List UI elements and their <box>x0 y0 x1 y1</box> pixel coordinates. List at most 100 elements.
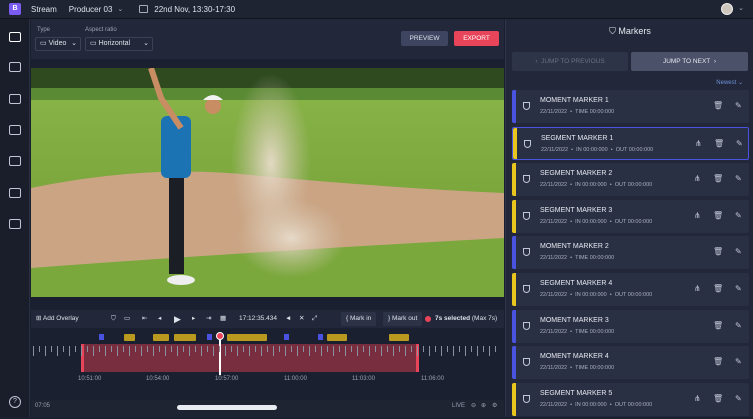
ruler-tick <box>471 346 472 352</box>
ruler-tick <box>237 346 238 356</box>
skip-start-icon[interactable]: ⇤ <box>142 310 147 328</box>
trash-icon[interactable]: 🗑 <box>713 101 723 110</box>
marker-item[interactable]: MOMENT MARKER 1 22/11/2022 • TIME 00:00:… <box>512 90 749 123</box>
marker-color-bar <box>512 90 516 123</box>
pencil-icon[interactable]: ✎ <box>736 139 743 148</box>
users-icon[interactable] <box>9 219 21 229</box>
add-overlay-button[interactable]: ⊞ Add Overlay <box>36 310 79 328</box>
ruler-tick <box>39 346 40 352</box>
share-icon[interactable]: ⋔ <box>694 394 701 403</box>
mark-in-button[interactable]: { Mark in <box>341 312 377 326</box>
ruler-tick <box>435 346 436 352</box>
timeline-scrollbar[interactable] <box>177 405 277 410</box>
zoom-out-icon[interactable]: ⊖ <box>471 402 476 409</box>
share-icon[interactable]: ⋔ <box>694 211 701 220</box>
timeline[interactable]: 10:51:00 10:54:00 10:57:00 11:00:00 11:0… <box>31 328 504 400</box>
chevron-down-icon[interactable]: ⌄ <box>117 5 123 13</box>
calendar-icon[interactable]: ▦ <box>220 310 226 328</box>
marker-item[interactable]: SEGMENT MARKER 4 22/11/2022 • IN 00:00:0… <box>512 272 749 306</box>
trash-icon[interactable]: 🗑 <box>713 174 723 183</box>
marker-item[interactable]: MOMENT MARKER 3 22/11/2022 • TIME 00:00:… <box>512 309 749 343</box>
help-icon[interactable]: ? <box>9 396 21 408</box>
type-dropdown[interactable]: ▭ Video ⌄ <box>35 37 81 51</box>
zoom-in-icon[interactable]: ⊕ <box>481 402 486 409</box>
marker-name: MOMENT MARKER 2 <box>540 243 609 251</box>
marker-item[interactable]: MOMENT MARKER 4 22/11/2022 • TIME 00:00:… <box>512 346 749 380</box>
step-back-icon[interactable]: ◂ <box>158 310 161 328</box>
marker-item[interactable]: SEGMENT MARKER 3 22/11/2022 • IN 00:00:0… <box>512 199 749 233</box>
segment-marker-chip[interactable] <box>389 334 409 341</box>
jump-next-button[interactable]: JUMP TO NEXT › <box>631 52 748 71</box>
play-icon[interactable]: ▶ <box>174 310 181 328</box>
step-forward-icon[interactable]: ▸ <box>192 310 195 328</box>
trash-icon[interactable]: 🗑 <box>713 247 723 256</box>
pencil-icon[interactable]: ✎ <box>735 321 742 330</box>
segment-marker-chip[interactable] <box>153 334 169 341</box>
share-icon[interactable]: ⋔ <box>694 174 701 183</box>
clapper-icon[interactable] <box>9 32 21 42</box>
live-button[interactable]: LIVE <box>452 403 465 409</box>
date-range[interactable]: 22nd Nov, 13:30-17:30 <box>154 5 235 14</box>
trash-icon[interactable]: 🗑 <box>713 394 723 403</box>
chevron-down-icon[interactable]: ⌄ <box>738 4 744 12</box>
segment-marker-icon[interactable]: ▭ <box>124 310 130 328</box>
marker-item[interactable]: SEGMENT MARKER 1 22/11/2022 • IN 00:00:0… <box>512 126 749 160</box>
calendar-icon[interactable] <box>139 5 149 13</box>
settings-icon[interactable]: ⚙ <box>492 402 497 409</box>
ruler-tick <box>465 346 466 356</box>
settings-icon[interactable]: ✕ <box>299 310 304 328</box>
ruler-tick <box>351 346 352 352</box>
moment-marker-pin[interactable] <box>99 334 104 340</box>
moment-marker-pin[interactable] <box>207 334 212 340</box>
video-preview[interactable] <box>31 68 504 297</box>
playhead-handle[interactable] <box>216 332 224 340</box>
share-icon[interactable]: ⋔ <box>694 284 701 293</box>
trash-icon[interactable]: 🗑 <box>713 357 723 366</box>
pencil-icon[interactable]: ✎ <box>735 247 742 256</box>
jump-previous-button[interactable]: ‹ JUMP TO PREVIOUS <box>512 52 628 71</box>
marker-item[interactable]: SEGMENT MARKER 5 22/11/2022 • IN 00:00:0… <box>512 382 749 416</box>
trash-icon[interactable]: 🗑 <box>713 284 723 293</box>
marker-item[interactable]: MOMENT MARKER 2 22/11/2022 • TIME 00:00:… <box>512 236 749 270</box>
marker-meta: 22/11/2022 • TIME 00:00:000 <box>540 365 615 372</box>
moment-marker-pin[interactable] <box>284 334 289 340</box>
pencil-icon[interactable]: ✎ <box>735 174 742 183</box>
moment-marker-icon[interactable]: ⛉ <box>111 310 116 328</box>
segment-marker-chip[interactable] <box>227 334 267 341</box>
trash-icon[interactable]: 🗑 <box>713 321 723 330</box>
analytics-icon[interactable] <box>9 188 21 198</box>
producer-select[interactable]: Producer 03 <box>69 5 113 14</box>
fullscreen-icon[interactable]: ⤢ <box>312 310 317 328</box>
tag-icon[interactable] <box>9 156 21 166</box>
skip-end-icon[interactable]: ⇥ <box>206 310 211 328</box>
preview-button[interactable]: PREVIEW <box>401 31 448 46</box>
marker-name: SEGMENT MARKER 5 <box>540 389 613 397</box>
ruler-tick <box>303 346 304 352</box>
folder-icon[interactable] <box>9 125 21 135</box>
trash-icon[interactable]: 🗑 <box>714 139 724 148</box>
pencil-icon[interactable]: ✎ <box>735 284 742 293</box>
volume-icon[interactable]: ◄ <box>285 310 291 328</box>
media-icon[interactable] <box>9 62 21 72</box>
segment-marker-chip[interactable] <box>174 334 196 341</box>
segment-marker-chip[interactable] <box>327 334 347 341</box>
pencil-icon[interactable]: ✎ <box>735 211 742 220</box>
moment-marker-pin[interactable] <box>318 334 323 340</box>
marker-item[interactable]: SEGMENT MARKER 2 22/11/2022 • IN 00:00:0… <box>512 163 749 197</box>
app-logo[interactable]: B <box>9 3 21 15</box>
crop-icon[interactable] <box>9 94 21 104</box>
marker-meta: 22/11/2022 • IN 00:00:000 • OUT 00:00:00… <box>540 218 653 225</box>
export-button[interactable]: EXPORT <box>454 31 499 46</box>
pencil-icon[interactable]: ✎ <box>735 394 742 403</box>
segment-marker-chip[interactable] <box>124 334 135 341</box>
pencil-icon[interactable]: ✎ <box>735 101 742 110</box>
aspect-ratio-dropdown[interactable]: ▭ Horizontal ⌄ <box>85 37 153 51</box>
pencil-icon[interactable]: ✎ <box>735 357 742 366</box>
time-label: 10:51:00 <box>78 376 102 382</box>
mark-out-button[interactable]: } Mark out <box>383 312 423 326</box>
share-icon[interactable]: ⋔ <box>695 139 702 148</box>
avatar[interactable] <box>721 3 733 15</box>
trash-icon[interactable]: 🗑 <box>713 211 723 220</box>
record-icon <box>425 316 431 322</box>
sort-dropdown[interactable]: Newest ⌄ <box>716 79 743 86</box>
